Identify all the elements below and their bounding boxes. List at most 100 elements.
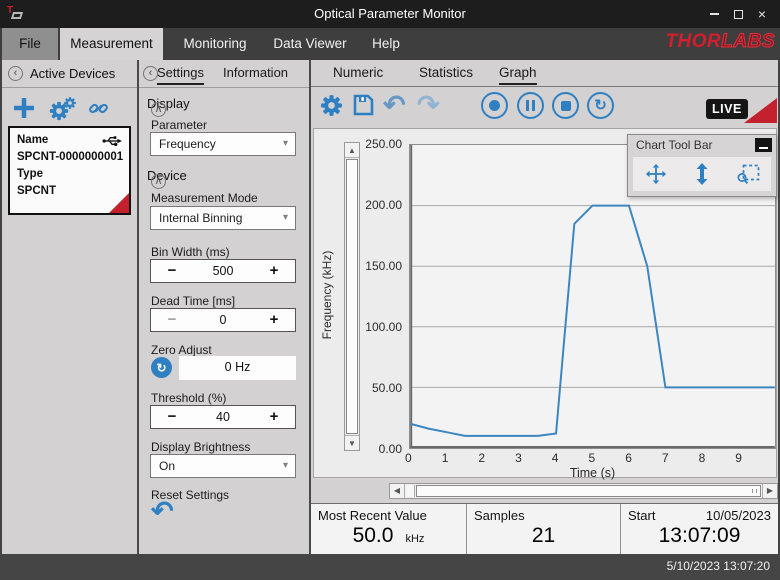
device-toolbar (2, 94, 137, 126)
maximize-button[interactable] (726, 3, 750, 25)
dead-time-label: Dead Time [ms] (151, 294, 235, 308)
device-card[interactable]: Name SPCNT-0000000001 Type (8, 126, 131, 215)
bin-width-increment-button[interactable]: + (253, 260, 295, 282)
floppy-disk-icon (351, 93, 375, 117)
threshold-increment-button[interactable]: + (253, 406, 295, 428)
display-brightness-label: Display Brightness (151, 440, 250, 454)
menu-monitoring[interactable]: Monitoring (172, 28, 258, 60)
tab-settings[interactable]: Settings (157, 65, 204, 85)
tab-numeric[interactable]: Numeric (333, 65, 383, 83)
bin-width-stepper: − 500 + (150, 259, 296, 283)
menu-data-viewer[interactable]: Data Viewer (264, 28, 356, 60)
collapse-section-button[interactable]: ∧ (151, 174, 166, 189)
horizontal-scroll-thumb[interactable] (416, 485, 761, 497)
menu-measurement[interactable]: Measurement (60, 28, 163, 60)
zero-adjust-field[interactable]: 0 Hz (179, 356, 296, 380)
settings-panel: ‹ Settings Information ∧ Display Paramet… (139, 60, 309, 554)
dead-time-increment-button[interactable]: + (253, 309, 295, 331)
title-bar: T Optical Parameter Monitor × (0, 0, 780, 28)
add-device-button[interactable] (12, 96, 36, 125)
horizontal-scroll-notch (406, 485, 415, 497)
collapse-panel-button[interactable]: ‹ (8, 66, 23, 81)
scroll-up-arrow[interactable]: ▲ (345, 143, 359, 158)
record-button[interactable] (481, 92, 508, 119)
vertical-scrollbar[interactable]: ▲ ▼ (344, 142, 360, 451)
status-datetime: 5/10/2023 13:07:20 (667, 559, 770, 573)
samples-value: 21 (532, 524, 555, 548)
threshold-value[interactable]: 40 (193, 406, 253, 428)
chevron-down-icon: ▾ (283, 207, 288, 229)
active-devices-panel: ‹ Active Devices (2, 60, 137, 554)
record-icon (489, 100, 500, 111)
stop-icon (561, 101, 571, 111)
device-status-triangle (109, 193, 129, 213)
chart-region: Frequency (kHz) ▲ ▼ 0.0050.00100.00150.0… (313, 128, 777, 478)
minimize-icon (710, 13, 719, 15)
collapse-section-button[interactable]: ∧ (151, 102, 166, 117)
pause-icon (526, 100, 535, 111)
most-recent-value-label: Most Recent Value (318, 508, 459, 523)
scroll-right-arrow[interactable]: ▶ (762, 484, 777, 498)
threshold-decrement-button[interactable]: − (151, 406, 193, 428)
tab-graph[interactable]: Graph (499, 65, 537, 85)
measurement-mode-dropdown[interactable]: Internal Binning ▾ (150, 206, 296, 230)
most-recent-value-cell: Most Recent Value 50.0 kHz (311, 504, 466, 554)
bin-width-label: Bin Width (ms) (151, 245, 230, 259)
minimize-button[interactable] (702, 3, 726, 25)
device-settings-button[interactable] (48, 96, 78, 122)
parameter-dropdown[interactable]: Frequency ▾ (150, 132, 296, 156)
display-brightness-dropdown[interactable]: On ▾ (150, 454, 296, 478)
window-title: Optical Parameter Monitor (0, 0, 780, 28)
stop-button[interactable] (552, 92, 579, 119)
continuous-loop-button[interactable]: ↻ (587, 92, 614, 119)
vertical-scale-tool-button[interactable] (685, 163, 719, 185)
move-icon (645, 163, 667, 185)
scroll-down-arrow[interactable]: ▼ (345, 435, 359, 450)
device-name-label: Name (17, 132, 48, 149)
bin-width-decrement-button[interactable]: − (151, 260, 193, 282)
device-type-value: SPCNT (17, 183, 122, 200)
connect-device-button[interactable] (88, 98, 109, 124)
view-tabs: Numeric Statistics Graph (311, 60, 778, 87)
vertical-scroll-thumb[interactable] (346, 159, 358, 434)
horizontal-scrollbar[interactable]: ◀ ▶ (389, 483, 778, 499)
x-axis-ticks: 0123456789 (409, 451, 776, 465)
start-label: Start (628, 508, 655, 523)
most-recent-value: 50.0 (353, 524, 394, 548)
zero-adjust-button[interactable]: ↻ (151, 357, 172, 378)
dead-time-stepper: − 0 + (150, 308, 296, 332)
graph-view-panel: Numeric Statistics Graph (311, 60, 778, 554)
pause-button[interactable] (517, 92, 544, 119)
y-axis-ticks: 0.0050.00100.00150.00200.00250.00 (360, 144, 406, 449)
close-button[interactable]: × (750, 3, 774, 25)
collapse-panel-button[interactable]: ‹ (143, 66, 158, 81)
threshold-label: Threshold (%) (151, 391, 226, 405)
chart-settings-button[interactable] (319, 93, 344, 123)
y-axis-label: Frequency (kHz) (320, 225, 334, 365)
threshold-stepper: − 40 + (150, 405, 296, 429)
bin-width-value[interactable]: 500 (193, 260, 253, 282)
pan-tool-button[interactable] (639, 163, 673, 185)
chart-tool-bar-minimize-button[interactable] (755, 138, 772, 152)
device-section-header: ∧ Device (147, 168, 187, 183)
zero-adjust-row: ↻ 0 Hz (150, 356, 296, 380)
menu-help[interactable]: Help (362, 28, 410, 60)
reset-settings-button[interactable]: ↶ (151, 498, 174, 525)
zero-adjust-label: Zero Adjust (151, 343, 212, 357)
maximize-icon (734, 10, 743, 19)
scroll-left-arrow[interactable]: ◀ (390, 484, 405, 498)
tab-information[interactable]: Information (223, 65, 288, 83)
dead-time-value[interactable]: 0 (193, 309, 253, 331)
save-button[interactable] (351, 93, 375, 122)
dead-time-decrement-button[interactable]: − (151, 309, 193, 331)
undo-button[interactable]: ↶ (383, 88, 406, 122)
tab-statistics[interactable]: Statistics (419, 65, 473, 83)
zoom-selection-tool-button[interactable] (731, 164, 765, 185)
vertical-arrows-icon (693, 163, 711, 185)
start-date: 10/05/2023 (706, 508, 771, 523)
redo-button[interactable]: ↷ (417, 88, 440, 122)
start-time: 13:07:09 (659, 524, 741, 548)
menu-file[interactable]: File (2, 28, 58, 60)
link-icon (88, 98, 109, 119)
active-devices-title: Active Devices (30, 66, 115, 81)
